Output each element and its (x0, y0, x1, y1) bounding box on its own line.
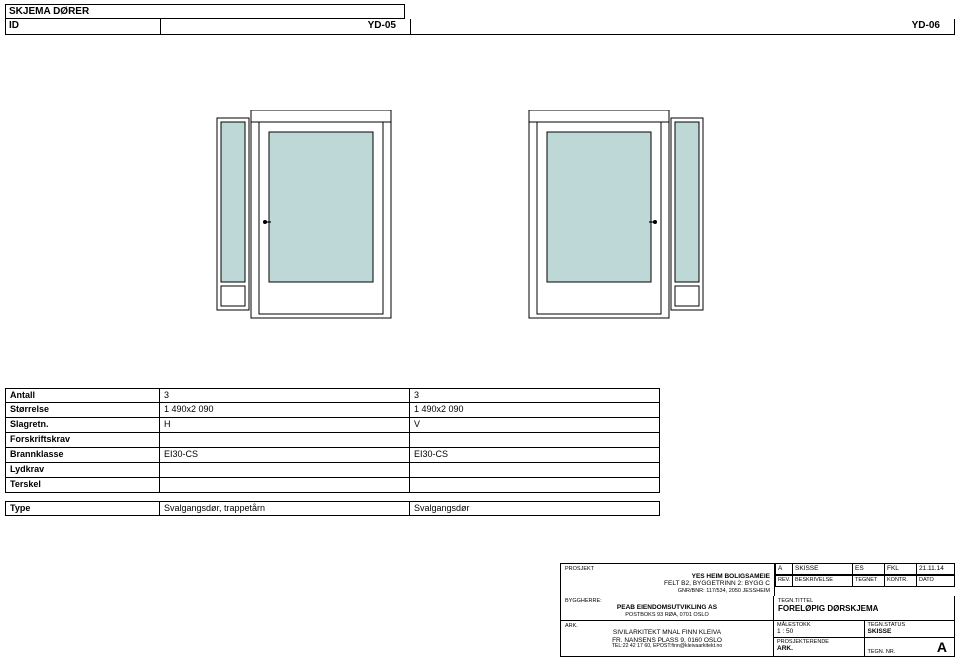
rev-h-check: KONTR. (885, 575, 917, 587)
architect-contact: TEL:22 42 17 60, EPOST:finn@kleivaarkite… (565, 644, 769, 650)
rev-h-id: REV. (775, 575, 793, 587)
row-val-2 (410, 463, 660, 478)
id-col-1: YD-05 (161, 19, 411, 34)
client-addr: POSTBOKS 93 RØA, 0701 OSLO (565, 612, 769, 618)
status-value: SKISSE (868, 628, 952, 635)
id-label: ID (6, 19, 161, 34)
project-line3: GNR/BNR: 117/534, 2050 JESSHEIM (565, 588, 770, 594)
drawing-title-value: FORELØPIG DØRSKJEMA (778, 604, 950, 613)
row-val-1 (160, 463, 410, 478)
schedule-table: Antall 3 3 Størrelse 1 490x2 090 1 490x2… (5, 388, 660, 516)
drawing-number-label: TEGN. NR. (868, 649, 896, 655)
client-name: PEAB EIENDOMSUTVIKLING AS (565, 604, 769, 611)
rev-desc: SKISSE (793, 563, 853, 575)
row-val-1: H (160, 418, 410, 433)
id-header-row: ID YD-05 YD-06 (5, 19, 955, 35)
table-row: Lydkrav (5, 463, 660, 478)
title-block: PROSJEKT YES HEIM BOLIGSAMEIE FELT B2, B… (560, 563, 955, 657)
row-label: Forskriftskrav (5, 433, 160, 448)
discipline-value: ARK. (777, 645, 861, 652)
schema-title: SKJEMA DØRER (5, 4, 405, 19)
revision-table: A SKISSE ES FKL 21.11.14 REV. BESKRIVELS… (775, 563, 955, 596)
row-val-2 (410, 433, 660, 448)
rev-check: FKL (885, 563, 917, 575)
project-cell: PROSJEKT YES HEIM BOLIGSAMEIE FELT B2, B… (560, 563, 775, 596)
revision-header: REV. BESKRIVELSE TEGNET KONTR. DATO (775, 575, 955, 587)
row-val-1: 3 (160, 388, 410, 403)
drawing-number-cell: TEGN. NR. A (865, 638, 955, 656)
table-row: Slagretn. H V (5, 418, 660, 433)
row-val-2 (410, 478, 660, 493)
rev-date: 21.11.14 (917, 563, 955, 575)
drawing-title-cell: TEGN.TITTEL FORELØPIG DØRSKJEMA (774, 596, 954, 620)
type-row: Type Svalgangsdør, trappetårn Svalgangsd… (5, 501, 660, 516)
discipline-cell: PROSJEKTERENDE ARK. (774, 638, 865, 656)
type-val-1: Svalgangsdør, trappetårn (160, 501, 410, 516)
row-val-1: 1 490x2 090 (160, 403, 410, 418)
row-label: Slagretn. (5, 418, 160, 433)
id-col-2: YD-06 (411, 19, 954, 34)
row-label: Lydkrav (5, 463, 160, 478)
table-row: Antall 3 3 (5, 388, 660, 403)
project-line2: FELT B2, BYGGETRINN 2: BYGG C (565, 580, 770, 587)
row-label: Størrelse (5, 403, 160, 418)
row-label: Antall (5, 388, 160, 403)
row-val-2: EI30-CS (410, 448, 660, 463)
row-label: Brannklasse (5, 448, 160, 463)
scale-value: 1 : 50 (777, 628, 861, 635)
table-row: Terskel (5, 478, 660, 493)
table-row: Brannklasse EI30-CS EI30-CS (5, 448, 660, 463)
row-val-2: 3 (410, 388, 660, 403)
revision-row: A SKISSE ES FKL 21.11.14 (775, 563, 955, 575)
status-cell: TEGN.STATUS SKISSE (865, 621, 955, 637)
rev-h-drawn: TEGNET (853, 575, 885, 587)
table-row: Størrelse 1 490x2 090 1 490x2 090 (5, 403, 660, 418)
row-val-1 (160, 478, 410, 493)
scale-cell: MÅLESTOKK 1 : 50 (774, 621, 865, 637)
row-val-2: 1 490x2 090 (410, 403, 660, 418)
door-elevation-yd05 (215, 110, 395, 320)
project-line1: YES HEIM BOLIGSAMEIE (565, 573, 770, 580)
table-row: Forskriftskrav (5, 433, 660, 448)
drawing-number-value: A (937, 639, 951, 655)
rev-h-date: DATO (917, 575, 955, 587)
rev-drawn: ES (853, 563, 885, 575)
client-cell: BYGGHERRE: PEAB EIENDOMSUTVIKLING AS POS… (561, 596, 774, 620)
door-elevation-yd06 (525, 110, 705, 320)
row-label: Type (5, 501, 160, 516)
architect-name: SIVILARKITEKT MNAL FINN KLEIVA (565, 629, 769, 636)
row-label: Terskel (5, 478, 160, 493)
rev-id: A (775, 563, 793, 575)
type-val-2: Svalgangsdør (410, 501, 660, 516)
architect-cell: ARK. SIVILARKITEKT MNAL FINN KLEIVA FR. … (561, 621, 774, 656)
rev-h-desc: BESKRIVELSE (793, 575, 853, 587)
row-val-1: EI30-CS (160, 448, 410, 463)
row-val-1 (160, 433, 410, 448)
row-val-2: V (410, 418, 660, 433)
